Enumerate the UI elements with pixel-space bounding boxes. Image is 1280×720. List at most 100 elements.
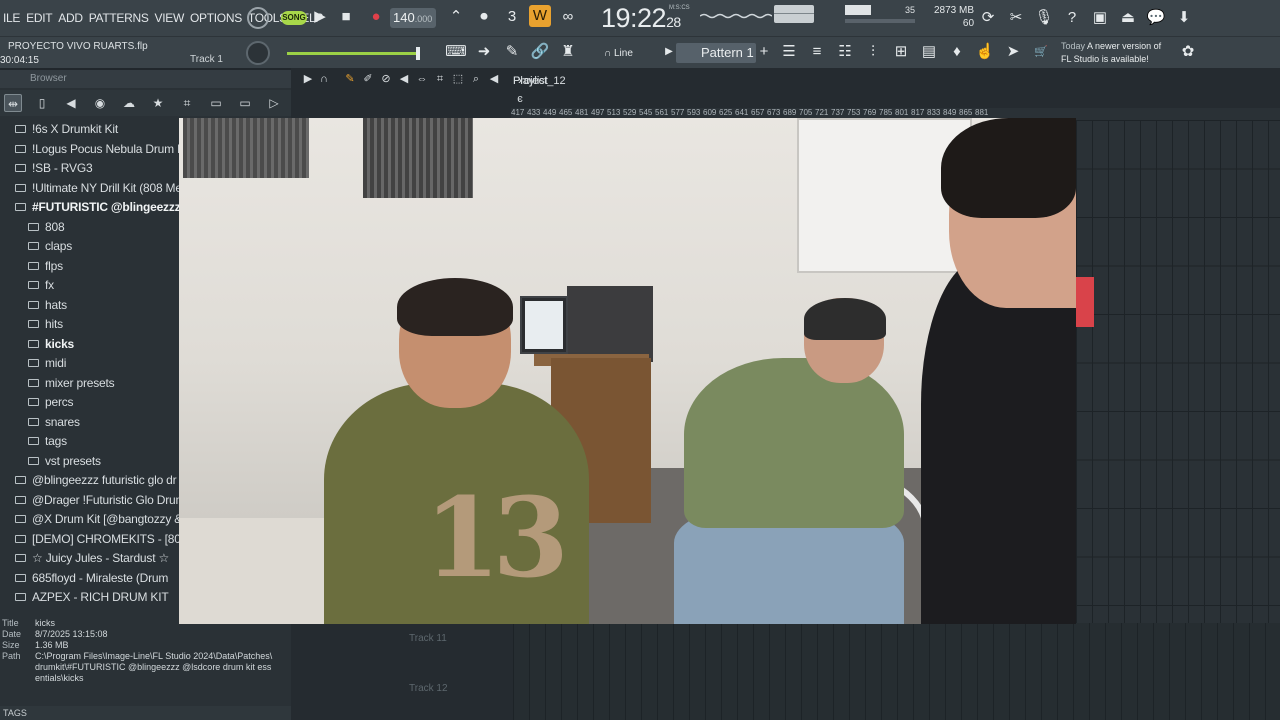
channel-rack-icon[interactable]: ≡ (806, 41, 828, 63)
add-pattern-icon[interactable]: + (753, 41, 775, 63)
plugin-icon[interactable]: ♦ (946, 41, 968, 63)
folder-icon (28, 359, 39, 367)
tags-bar[interactable]: TAGS (0, 706, 291, 720)
browser-tree-item[interactable]: 685floyd - Miraleste (Drum (15, 569, 168, 588)
browser-tree-item[interactable]: ☆ Juicy Jules - Stardust ☆ (15, 549, 169, 568)
arrow-icon[interactable]: ➤ (1002, 41, 1024, 63)
touch-keyboard-icon[interactable]: ☝ (974, 41, 996, 63)
menu-edit[interactable]: EDIT (23, 11, 55, 25)
browser-collapse-icon[interactable]: ⇹ (4, 94, 22, 112)
file-icon[interactable]: ▯ (33, 94, 51, 112)
browser-tree-item[interactable]: !SB - RVG3 (15, 159, 93, 178)
ruler-tick-label: 529 (623, 108, 637, 117)
plugin-picker-icon[interactable]: ✂ (1005, 7, 1027, 29)
master-volume-knob[interactable] (246, 41, 270, 65)
save-icon[interactable]: ▣ (1089, 7, 1111, 29)
menu-file[interactable]: ILE (0, 11, 23, 25)
browser-tree-item[interactable]: fx (28, 276, 54, 295)
record-button[interactable]: ● (365, 7, 387, 27)
menu-view[interactable]: VIEW (152, 11, 187, 25)
browser-tree-item[interactable]: kicks (28, 335, 74, 354)
more-icon[interactable]: ▷ (265, 94, 283, 112)
browser-tree-item[interactable]: !6s X Drumkit Kit (15, 120, 118, 139)
playlist-grid-bottom[interactable] (513, 623, 1280, 720)
play-button[interactable]: ▶ (309, 7, 331, 27)
playlist-icon[interactable]: ☰ (778, 41, 800, 63)
undo-history-icon[interactable]: ⟳ (977, 7, 999, 29)
brush-icon[interactable]: ✎ (501, 41, 523, 63)
metronome-icon[interactable]: ⌃ (445, 6, 467, 28)
browser-tree-item[interactable]: flps (28, 257, 63, 276)
browser-tree-item[interactable]: snares (28, 413, 80, 432)
pencil-tool-icon[interactable]: ✎ (343, 70, 357, 88)
browser-tree-item[interactable]: !Logus Pocus Nebula Drum Kit (15, 140, 191, 159)
playlist-menu-icon[interactable]: ▶ (301, 70, 315, 88)
tempo-display[interactable]: 140.000 (390, 8, 436, 28)
export-icon[interactable]: ⏏ (1117, 7, 1139, 29)
menu-patterns[interactable]: PATTERNS (86, 11, 152, 25)
browser-tree-item[interactable]: 808 (28, 218, 65, 237)
browser-tree-item[interactable]: !Ultimate NY Drill Kit (808 Mel (15, 179, 184, 198)
cloud-icon[interactable]: ☁ (120, 94, 138, 112)
chat-icon[interactable]: 💬 (1145, 7, 1167, 29)
menu-options[interactable]: OPTIONS (187, 11, 245, 25)
folder-icon (28, 300, 39, 309)
download-icon[interactable]: ⬇ (1173, 7, 1195, 29)
pattern-selector[interactable]: Pattern 1 (676, 43, 756, 63)
folder-open-icon[interactable]: ▭ (236, 94, 254, 112)
loop-record-icon[interactable]: ∞ (557, 6, 579, 28)
delete-tool-icon[interactable]: ⊘ (379, 70, 393, 88)
playlist-magnet-icon[interactable]: ∩ (317, 70, 331, 88)
stamp-icon[interactable]: ♜ (557, 41, 579, 63)
routing-icon[interactable]: ⊞ (890, 41, 912, 63)
browser-tree-item[interactable]: @blingeezzz futuristic glo dr (15, 471, 177, 490)
microphone-icon[interactable]: 🎙 (1033, 7, 1055, 29)
browser-tree-item[interactable]: percs (28, 393, 74, 412)
arrow-right-icon[interactable]: ➜ (473, 41, 495, 63)
news-panel[interactable]: Today A newer version of FL Studio is av… (1061, 40, 1161, 66)
tag-icon[interactable]: ⌗ (178, 94, 196, 112)
menu-add[interactable]: ADD (55, 11, 85, 25)
browser-tree-item[interactable]: claps (28, 237, 72, 256)
mixer-icon[interactable]: ⫶ (862, 41, 884, 63)
browser-tree-item[interactable]: @X Drum Kit [@bangtozzy & (15, 510, 182, 529)
stop-button[interactable]: ■ (335, 7, 357, 27)
track-header-11[interactable]: Track 11 (409, 633, 513, 644)
zoom-tool-icon[interactable]: ⌕ (469, 70, 483, 88)
playback-tool-icon[interactable]: ◀ (487, 70, 501, 88)
browser-tree-item[interactable]: hits (28, 315, 63, 334)
song-mode-toggle[interactable]: SONG (281, 11, 307, 25)
piano-roll-icon[interactable]: ⌨ (445, 41, 467, 63)
audio-clip[interactable] (1076, 277, 1094, 327)
select-tool-icon[interactable]: ⬚ (451, 70, 465, 88)
browser-tree-item[interactable]: mixer presets (28, 374, 115, 393)
channel-list-icon[interactable]: ☷ (834, 41, 856, 63)
star-icon[interactable]: ★ (149, 94, 167, 112)
mute-tool-icon[interactable]: ◀ (397, 70, 411, 88)
browser-tree-item[interactable]: vst presets (28, 452, 101, 471)
browser-tree-item[interactable]: [DEMO] CHROMEKITS - [800.Y (15, 530, 198, 549)
browser-icon[interactable]: ▤ (918, 41, 940, 63)
slip-tool-icon[interactable]: ⇔ (415, 70, 429, 88)
help-icon[interactable]: ? (1061, 7, 1083, 29)
countdown-icon[interactable]: 3 (501, 6, 523, 28)
track-header-12[interactable]: Track 12 (409, 683, 513, 694)
speaker-icon[interactable]: ◀ (62, 94, 80, 112)
folder-icon[interactable]: ▭ (207, 94, 225, 112)
wait-for-input-icon[interactable]: ⏺ (473, 6, 495, 28)
browser-tree-item[interactable]: AZPEX - RICH DRUM KIT (15, 588, 169, 607)
master-pitch-knob[interactable] (247, 7, 269, 29)
browser-tree-item[interactable]: tags (28, 432, 67, 451)
step-edit-icon[interactable]: W (529, 5, 551, 27)
cart-icon[interactable]: 🛒 (1030, 41, 1052, 63)
browser-tree-label: [DEMO] CHROMEKITS - [800.Y (32, 531, 199, 546)
plugin-db-icon[interactable]: ◉ (91, 94, 109, 112)
link-icon[interactable]: 🔗 (529, 41, 551, 63)
paint-tool-icon[interactable]: ✐ (361, 70, 375, 88)
browser-tree-item[interactable]: hats (28, 296, 67, 315)
browser-tree-item[interactable]: midi (28, 354, 66, 373)
slice-tool-icon[interactable]: ⌗ (433, 70, 447, 88)
snap-selector[interactable]: ∩ Line (596, 46, 652, 62)
master-volume-slider[interactable] (287, 47, 420, 60)
browser-tree-item[interactable]: @Drager !Futuristic Glo Drum (15, 491, 185, 510)
